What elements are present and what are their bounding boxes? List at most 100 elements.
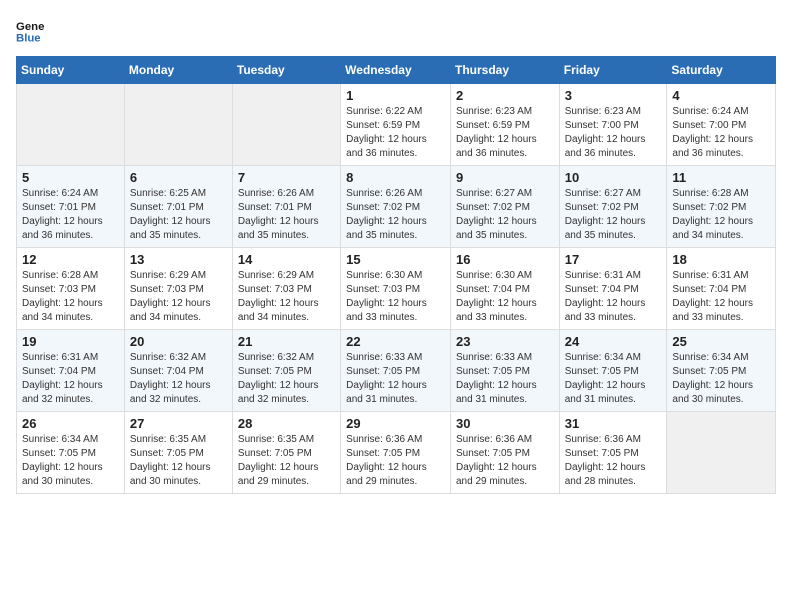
- day-number: 19: [22, 334, 119, 349]
- day-info: Sunrise: 6:31 AM Sunset: 7:04 PM Dayligh…: [565, 269, 662, 325]
- calendar-cell: [124, 84, 232, 166]
- day-info: Sunrise: 6:23 AM Sunset: 6:59 PM Dayligh…: [456, 105, 554, 161]
- calendar-cell: 15 Sunrise: 6:30 AM Sunset: 7:03 PM Dayli…: [341, 248, 451, 330]
- calendar-cell: 7 Sunrise: 6:26 AM Sunset: 7:01 PM Daylig…: [232, 166, 340, 248]
- day-number: 6: [130, 170, 227, 185]
- day-info: Sunrise: 6:27 AM Sunset: 7:02 PM Dayligh…: [565, 187, 662, 243]
- weekday-header-monday: Monday: [124, 57, 232, 84]
- day-number: 11: [672, 170, 770, 185]
- day-info: Sunrise: 6:28 AM Sunset: 7:02 PM Dayligh…: [672, 187, 770, 243]
- calendar-cell: 23 Sunrise: 6:33 AM Sunset: 7:05 PM Dayli…: [450, 330, 559, 412]
- day-number: 18: [672, 252, 770, 267]
- day-number: 23: [456, 334, 554, 349]
- day-number: 4: [672, 88, 770, 103]
- calendar-cell: 19 Sunrise: 6:31 AM Sunset: 7:04 PM Dayli…: [17, 330, 125, 412]
- calendar-cell: 5 Sunrise: 6:24 AM Sunset: 7:01 PM Daylig…: [17, 166, 125, 248]
- day-info: Sunrise: 6:24 AM Sunset: 7:01 PM Dayligh…: [22, 187, 119, 243]
- day-number: 8: [346, 170, 445, 185]
- day-info: Sunrise: 6:34 AM Sunset: 7:05 PM Dayligh…: [672, 351, 770, 407]
- calendar-table: SundayMondayTuesdayWednesdayThursdayFrid…: [16, 56, 776, 494]
- calendar-cell: 12 Sunrise: 6:28 AM Sunset: 7:03 PM Dayli…: [17, 248, 125, 330]
- calendar-cell: [667, 412, 776, 494]
- day-number: 3: [565, 88, 662, 103]
- day-info: Sunrise: 6:30 AM Sunset: 7:03 PM Dayligh…: [346, 269, 445, 325]
- day-info: Sunrise: 6:31 AM Sunset: 7:04 PM Dayligh…: [672, 269, 770, 325]
- day-info: Sunrise: 6:31 AM Sunset: 7:04 PM Dayligh…: [22, 351, 119, 407]
- day-number: 26: [22, 416, 119, 431]
- calendar-cell: 13 Sunrise: 6:29 AM Sunset: 7:03 PM Dayli…: [124, 248, 232, 330]
- calendar-header-row: SundayMondayTuesdayWednesdayThursdayFrid…: [17, 57, 776, 84]
- calendar-week-row: 5 Sunrise: 6:24 AM Sunset: 7:01 PM Daylig…: [17, 166, 776, 248]
- day-info: Sunrise: 6:33 AM Sunset: 7:05 PM Dayligh…: [456, 351, 554, 407]
- calendar-cell: 6 Sunrise: 6:25 AM Sunset: 7:01 PM Daylig…: [124, 166, 232, 248]
- day-info: Sunrise: 6:29 AM Sunset: 7:03 PM Dayligh…: [238, 269, 335, 325]
- day-info: Sunrise: 6:33 AM Sunset: 7:05 PM Dayligh…: [346, 351, 445, 407]
- calendar-cell: 21Sunrise: 6:32 AM Sunset: 7:05 PM Dayli…: [232, 330, 340, 412]
- day-info: Sunrise: 6:25 AM Sunset: 7:01 PM Dayligh…: [130, 187, 227, 243]
- calendar-cell: 30 Sunrise: 6:36 AM Sunset: 7:05 PM Dayli…: [450, 412, 559, 494]
- day-number: 10: [565, 170, 662, 185]
- day-number: 5: [22, 170, 119, 185]
- day-number: 24: [565, 334, 662, 349]
- day-number: 13: [130, 252, 227, 267]
- day-number: 25: [672, 334, 770, 349]
- weekday-header-thursday: Thursday: [450, 57, 559, 84]
- day-number: 1: [346, 88, 445, 103]
- calendar-cell: 9Sunrise: 6:27 AM Sunset: 7:02 PM Daylig…: [450, 166, 559, 248]
- day-info: Sunrise: 6:26 AM Sunset: 7:02 PM Dayligh…: [346, 187, 445, 243]
- calendar-week-row: 1 Sunrise: 6:22 AM Sunset: 6:59 PM Daylig…: [17, 84, 776, 166]
- day-info: Sunrise: 6:34 AM Sunset: 7:05 PM Dayligh…: [22, 433, 119, 489]
- day-number: 20: [130, 334, 227, 349]
- weekday-header-wednesday: Wednesday: [341, 57, 451, 84]
- calendar-cell: 24 Sunrise: 6:34 AM Sunset: 7:05 PM Dayli…: [559, 330, 667, 412]
- calendar-cell: 28Sunrise: 6:35 AM Sunset: 7:05 PM Dayli…: [232, 412, 340, 494]
- calendar-cell: 11 Sunrise: 6:28 AM Sunset: 7:02 PM Dayli…: [667, 166, 776, 248]
- calendar-week-row: 26 Sunrise: 6:34 AM Sunset: 7:05 PM Dayli…: [17, 412, 776, 494]
- calendar-cell: 8 Sunrise: 6:26 AM Sunset: 7:02 PM Daylig…: [341, 166, 451, 248]
- day-info: Sunrise: 6:24 AM Sunset: 7:00 PM Dayligh…: [672, 105, 770, 161]
- svg-text:Blue: Blue: [16, 32, 41, 44]
- day-number: 31: [565, 416, 662, 431]
- day-number: 27: [130, 416, 227, 431]
- calendar-cell: 3 Sunrise: 6:23 AM Sunset: 7:00 PM Daylig…: [559, 84, 667, 166]
- day-info: Sunrise: 6:35 AM Sunset: 7:05 PM Dayligh…: [130, 433, 227, 489]
- calendar-cell: 31 Sunrise: 6:36 AM Sunset: 7:05 PM Dayli…: [559, 412, 667, 494]
- calendar-cell: 27 Sunrise: 6:35 AM Sunset: 7:05 PM Dayli…: [124, 412, 232, 494]
- weekday-header-saturday: Saturday: [667, 57, 776, 84]
- weekday-header-sunday: Sunday: [17, 57, 125, 84]
- calendar-cell: 25 Sunrise: 6:34 AM Sunset: 7:05 PM Dayli…: [667, 330, 776, 412]
- weekday-header-friday: Friday: [559, 57, 667, 84]
- calendar-cell: 22Sunrise: 6:33 AM Sunset: 7:05 PM Dayli…: [341, 330, 451, 412]
- calendar-cell: 10 Sunrise: 6:27 AM Sunset: 7:02 PM Dayli…: [559, 166, 667, 248]
- day-number: 30: [456, 416, 554, 431]
- day-info: Sunrise: 6:22 AM Sunset: 6:59 PM Dayligh…: [346, 105, 445, 161]
- day-number: 15: [346, 252, 445, 267]
- day-info: Sunrise: 6:23 AM Sunset: 7:00 PM Dayligh…: [565, 105, 662, 161]
- day-number: 12: [22, 252, 119, 267]
- calendar-cell: [17, 84, 125, 166]
- day-info: Sunrise: 6:32 AM Sunset: 7:05 PM Dayligh…: [238, 351, 335, 407]
- calendar-cell: 17 Sunrise: 6:31 AM Sunset: 7:04 PM Dayli…: [559, 248, 667, 330]
- day-number: 17: [565, 252, 662, 267]
- calendar-week-row: 12 Sunrise: 6:28 AM Sunset: 7:03 PM Dayli…: [17, 248, 776, 330]
- day-info: Sunrise: 6:32 AM Sunset: 7:04 PM Dayligh…: [130, 351, 227, 407]
- day-number: 14: [238, 252, 335, 267]
- day-info: Sunrise: 6:28 AM Sunset: 7:03 PM Dayligh…: [22, 269, 119, 325]
- logo-icon: General Blue: [16, 16, 44, 44]
- logo: General Blue: [16, 16, 48, 44]
- day-info: Sunrise: 6:36 AM Sunset: 7:05 PM Dayligh…: [346, 433, 445, 489]
- day-number: 29: [346, 416, 445, 431]
- day-info: Sunrise: 6:29 AM Sunset: 7:03 PM Dayligh…: [130, 269, 227, 325]
- day-info: Sunrise: 6:34 AM Sunset: 7:05 PM Dayligh…: [565, 351, 662, 407]
- day-info: Sunrise: 6:36 AM Sunset: 7:05 PM Dayligh…: [456, 433, 554, 489]
- day-info: Sunrise: 6:35 AM Sunset: 7:05 PM Dayligh…: [238, 433, 335, 489]
- day-number: 7: [238, 170, 335, 185]
- calendar-body: 1 Sunrise: 6:22 AM Sunset: 6:59 PM Daylig…: [17, 84, 776, 494]
- calendar-cell: 20 Sunrise: 6:32 AM Sunset: 7:04 PM Dayli…: [124, 330, 232, 412]
- weekday-header-tuesday: Tuesday: [232, 57, 340, 84]
- svg-text:General: General: [16, 21, 44, 33]
- day-info: Sunrise: 6:36 AM Sunset: 7:05 PM Dayligh…: [565, 433, 662, 489]
- day-info: Sunrise: 6:26 AM Sunset: 7:01 PM Dayligh…: [238, 187, 335, 243]
- calendar-cell: 26 Sunrise: 6:34 AM Sunset: 7:05 PM Dayli…: [17, 412, 125, 494]
- day-info: Sunrise: 6:27 AM Sunset: 7:02 PM Dayligh…: [456, 187, 554, 243]
